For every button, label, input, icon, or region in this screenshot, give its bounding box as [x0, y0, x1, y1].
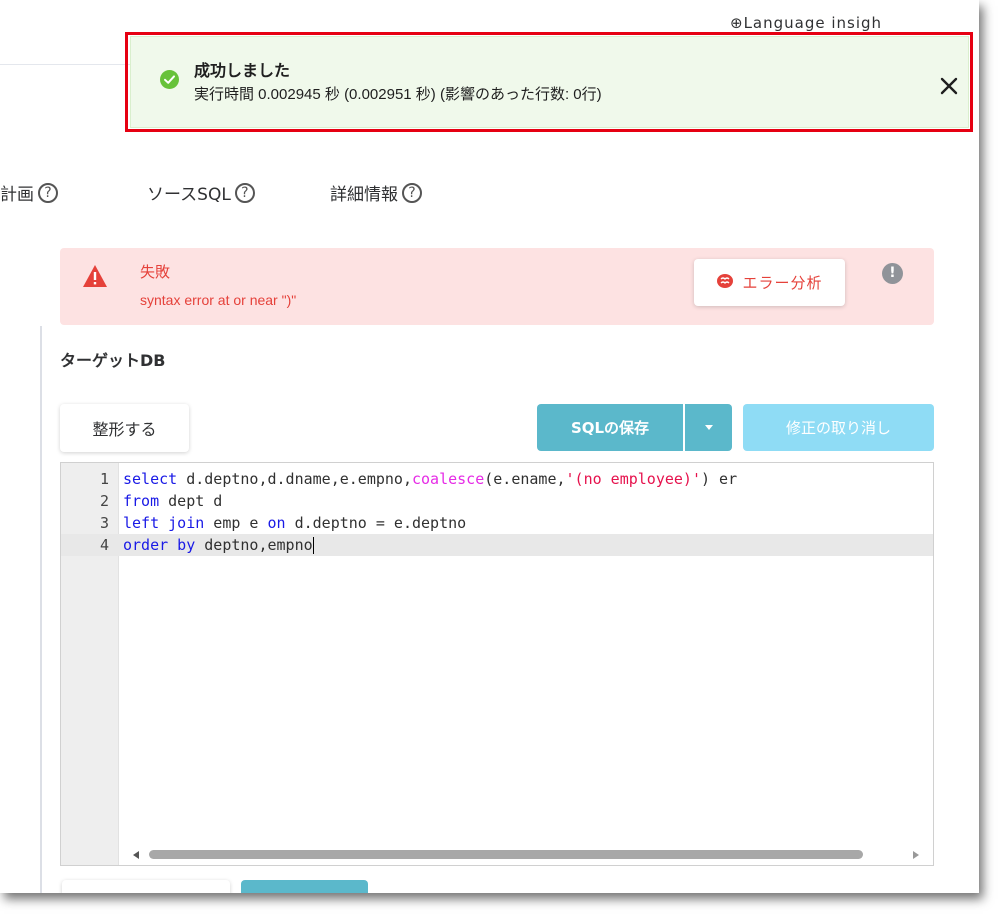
code-token: coalesce: [412, 470, 485, 488]
code-token: (e.ename,: [484, 470, 566, 488]
sql-editor[interactable]: 1 select d.deptno,d.dname,e.empno,coalesc…: [60, 462, 934, 866]
caret-down-icon: [705, 425, 713, 430]
code-text[interactable]: select d.deptno,d.dname,e.empno,coalesce…: [123, 468, 737, 490]
code-text[interactable]: order by deptno,empno: [123, 534, 314, 556]
code-token: from: [123, 492, 160, 510]
header-divider: [0, 64, 130, 65]
save-dropdown-button[interactable]: [685, 404, 732, 451]
scroll-left-icon[interactable]: [133, 851, 139, 859]
line-number: 3: [99, 514, 109, 532]
tab-plan[interactable]: 計画?: [0, 180, 58, 205]
format-button[interactable]: 整形する: [60, 404, 189, 452]
tab-label: 詳細情報: [330, 185, 398, 205]
code-token: ) er: [701, 470, 738, 488]
code-line[interactable]: 2 from dept d: [61, 490, 933, 512]
line-number: 2: [99, 492, 109, 510]
language-selector[interactable]: ⊕Language insigh: [730, 14, 882, 32]
tab-source-sql[interactable]: ソースSQL?: [147, 180, 255, 205]
alert-message: syntax error at or near ")": [140, 292, 297, 308]
alert-title: 失敗: [140, 263, 171, 281]
code-token: d.deptno = e.deptno: [285, 514, 467, 532]
text-cursor: [312, 537, 314, 554]
code-line[interactable]: 3 left join emp e on d.deptno = e.deptno: [61, 512, 933, 534]
panel-border: [40, 326, 42, 893]
code-token: select: [123, 470, 178, 488]
code-text[interactable]: from dept d: [123, 490, 222, 512]
scroll-right-icon[interactable]: [913, 851, 919, 859]
app-window: ⊕Language insigh 成功しました 実行時間 0.002945 秒 …: [0, 0, 979, 893]
help-icon[interactable]: ?: [402, 182, 422, 203]
help-icon[interactable]: ?: [234, 182, 255, 203]
undo-changes-button[interactable]: 修正の取り消し: [743, 404, 934, 451]
horizontal-scrollbar[interactable]: [123, 850, 928, 860]
code-line[interactable]: 1 select d.deptno,d.dname,e.empno,coalesc…: [61, 468, 933, 490]
help-icon[interactable]: ?: [38, 182, 58, 203]
code-token: deptno,empno: [195, 536, 313, 554]
scrollbar-thumb[interactable]: [149, 850, 863, 859]
line-number: 4: [99, 536, 109, 554]
target-db-label: ターゲットDB: [60, 351, 166, 370]
bottom-primary-button[interactable]: [241, 880, 368, 893]
info-icon[interactable]: !: [882, 263, 903, 284]
save-sql-button[interactable]: SQLの保存: [537, 404, 683, 451]
error-analysis-button[interactable]: エラー分析: [694, 259, 845, 306]
code-token: dept d: [159, 492, 223, 510]
warning-icon: [82, 264, 108, 292]
bottom-secondary-button[interactable]: [62, 880, 230, 893]
code-token: emp e: [204, 514, 268, 532]
code-token: left join: [123, 514, 205, 532]
tab-details[interactable]: 詳細情報?: [330, 180, 422, 205]
code-token: '(no employee)': [565, 470, 701, 488]
code-token: order by: [123, 536, 196, 554]
error-alert: 失敗 syntax error at or near ")" エラー分析 !: [60, 248, 934, 325]
brain-icon: [716, 273, 734, 293]
error-analysis-label: エラー分析: [742, 274, 823, 292]
toast-highlight-box: [125, 32, 973, 132]
code-text[interactable]: left join emp e on d.deptno = e.deptno: [123, 512, 466, 534]
code-lines[interactable]: 1 select d.deptno,d.dname,e.empno,coalesc…: [61, 468, 933, 556]
tab-label: 計画: [0, 185, 34, 205]
tab-label: ソースSQL: [147, 185, 231, 205]
line-number: 1: [99, 470, 109, 488]
code-token: d.deptno,d.dname,e.empno,: [177, 470, 412, 488]
code-line[interactable]: 4 order by deptno,empno: [61, 534, 933, 556]
code-token: on: [267, 514, 286, 532]
